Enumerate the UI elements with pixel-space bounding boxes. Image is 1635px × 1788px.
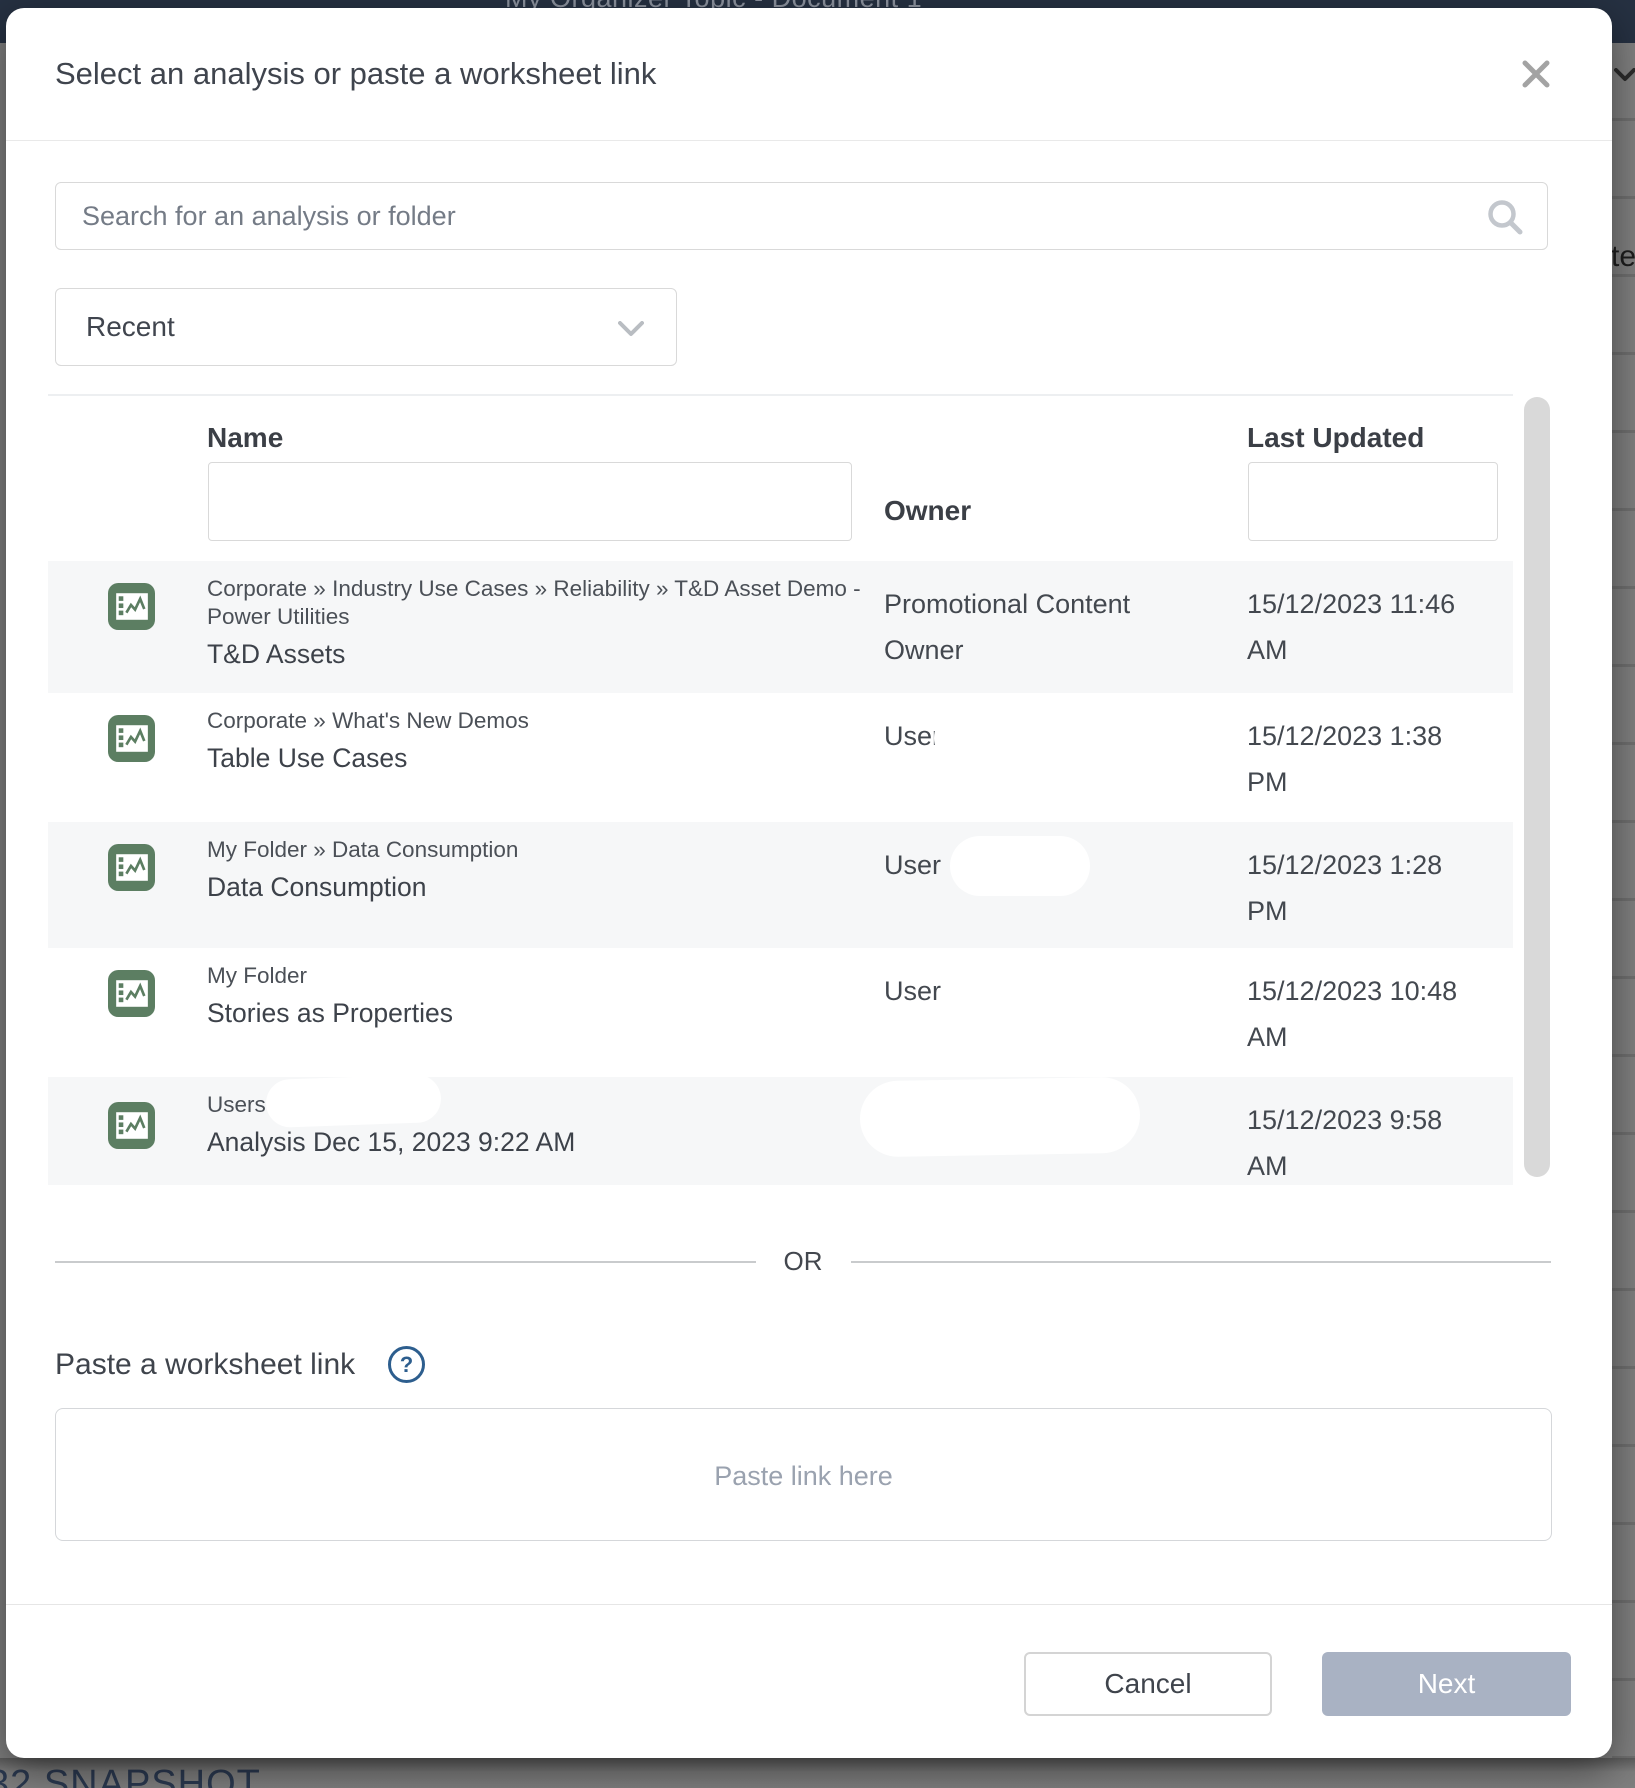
scrollbar-thumb[interactable]: [1524, 397, 1550, 1177]
dropdown-selected-value: Recent: [86, 311, 175, 343]
footer-divider: [6, 1604, 1612, 1605]
background-right-strip: te: [1612, 43, 1635, 1758]
analysis-file-icon: [108, 715, 155, 762]
help-glyph: ?: [400, 1352, 413, 1378]
row-last-updated: 15/12/2023 9:58 AM: [1247, 1097, 1482, 1189]
name-filter-input[interactable]: [208, 462, 852, 541]
redaction-blob: [859, 1077, 1140, 1158]
header-divider: [6, 140, 1612, 141]
help-icon[interactable]: ?: [388, 1346, 425, 1383]
row-breadcrumb: My Folder » Data Consumption: [207, 836, 871, 864]
next-button[interactable]: Next: [1322, 1652, 1571, 1716]
close-icon[interactable]: [1514, 52, 1558, 96]
paste-worksheet-link-label: Paste a worksheet link: [55, 1348, 355, 1382]
recent-filter-dropdown[interactable]: Recent: [55, 288, 677, 366]
search-icon: [1486, 198, 1526, 238]
dialog-title: Select an analysis or paste a worksheet …: [55, 58, 656, 90]
analysis-file-icon: [108, 970, 155, 1017]
row-breadcrumb: Corporate » Industry Use Cases » Reliabi…: [207, 575, 871, 631]
row-owner: Promotional Content Owner: [884, 581, 1184, 673]
background-bottom-strip: 32 SNAPSHOT: [0, 1758, 1635, 1788]
row-analysis-name: Table Use Cases: [207, 741, 871, 775]
or-divider: OR: [55, 1246, 1551, 1277]
analysis-file-icon: [108, 583, 155, 630]
analysis-row[interactable]: My Folder Stories as Properties User 15/…: [48, 948, 1513, 1077]
column-header-name: Name: [207, 422, 283, 454]
analysis-row[interactable]: My Folder » Data Consumption Data Consum…: [48, 822, 1513, 948]
row-analysis-name: T&D Assets: [207, 637, 871, 671]
divider-line: [851, 1261, 1552, 1263]
background-truncated-text: te: [1611, 240, 1635, 274]
select-analysis-dialog: Select an analysis or paste a worksheet …: [6, 8, 1612, 1758]
cancel-button[interactable]: Cancel: [1024, 1652, 1272, 1716]
analysis-file-icon: [108, 844, 155, 891]
row-analysis-name: Stories as Properties: [207, 996, 871, 1030]
paste-link-input[interactable]: [55, 1408, 1552, 1541]
redaction-blob: [950, 836, 1090, 896]
chevron-down-icon: [1614, 68, 1635, 82]
or-label: OR: [784, 1246, 823, 1277]
column-header-owner: Owner: [884, 495, 971, 527]
row-last-updated: 15/12/2023 11:46 AM: [1247, 581, 1482, 673]
redaction-blob: [934, 709, 1069, 767]
search-input[interactable]: [55, 182, 1548, 250]
background-snapshot-label: 32 SNAPSHOT: [0, 1763, 261, 1788]
column-header-last-updated: Last Updated: [1247, 422, 1424, 454]
row-last-updated: 15/12/2023 1:28 PM: [1247, 842, 1482, 934]
row-analysis-name: Data Consumption: [207, 870, 871, 904]
analysis-row[interactable]: Corporate » Industry Use Cases » Reliabi…: [48, 561, 1513, 693]
analysis-row[interactable]: Corporate » What's New Demos Table Use C…: [48, 693, 1513, 822]
table-top-border: [48, 394, 1513, 396]
analysis-file-icon: [108, 1102, 155, 1149]
row-last-updated: 15/12/2023 10:48 AM: [1247, 968, 1482, 1060]
row-breadcrumb: Corporate » What's New Demos: [207, 707, 871, 735]
analysis-row[interactable]: Users Analysis Dec 15, 2023 9:22 AM 15/1…: [48, 1077, 1513, 1185]
row-breadcrumb: My Folder: [207, 962, 871, 990]
row-owner: User: [884, 968, 1184, 1014]
row-analysis-name: Analysis Dec 15, 2023 9:22 AM: [207, 1125, 871, 1159]
last-updated-filter-input[interactable]: [1248, 462, 1498, 541]
redaction-blob: [265, 1074, 442, 1128]
divider-line: [55, 1261, 756, 1263]
chevron-down-icon: [618, 321, 644, 337]
row-last-updated: 15/12/2023 1:38 PM: [1247, 713, 1482, 805]
